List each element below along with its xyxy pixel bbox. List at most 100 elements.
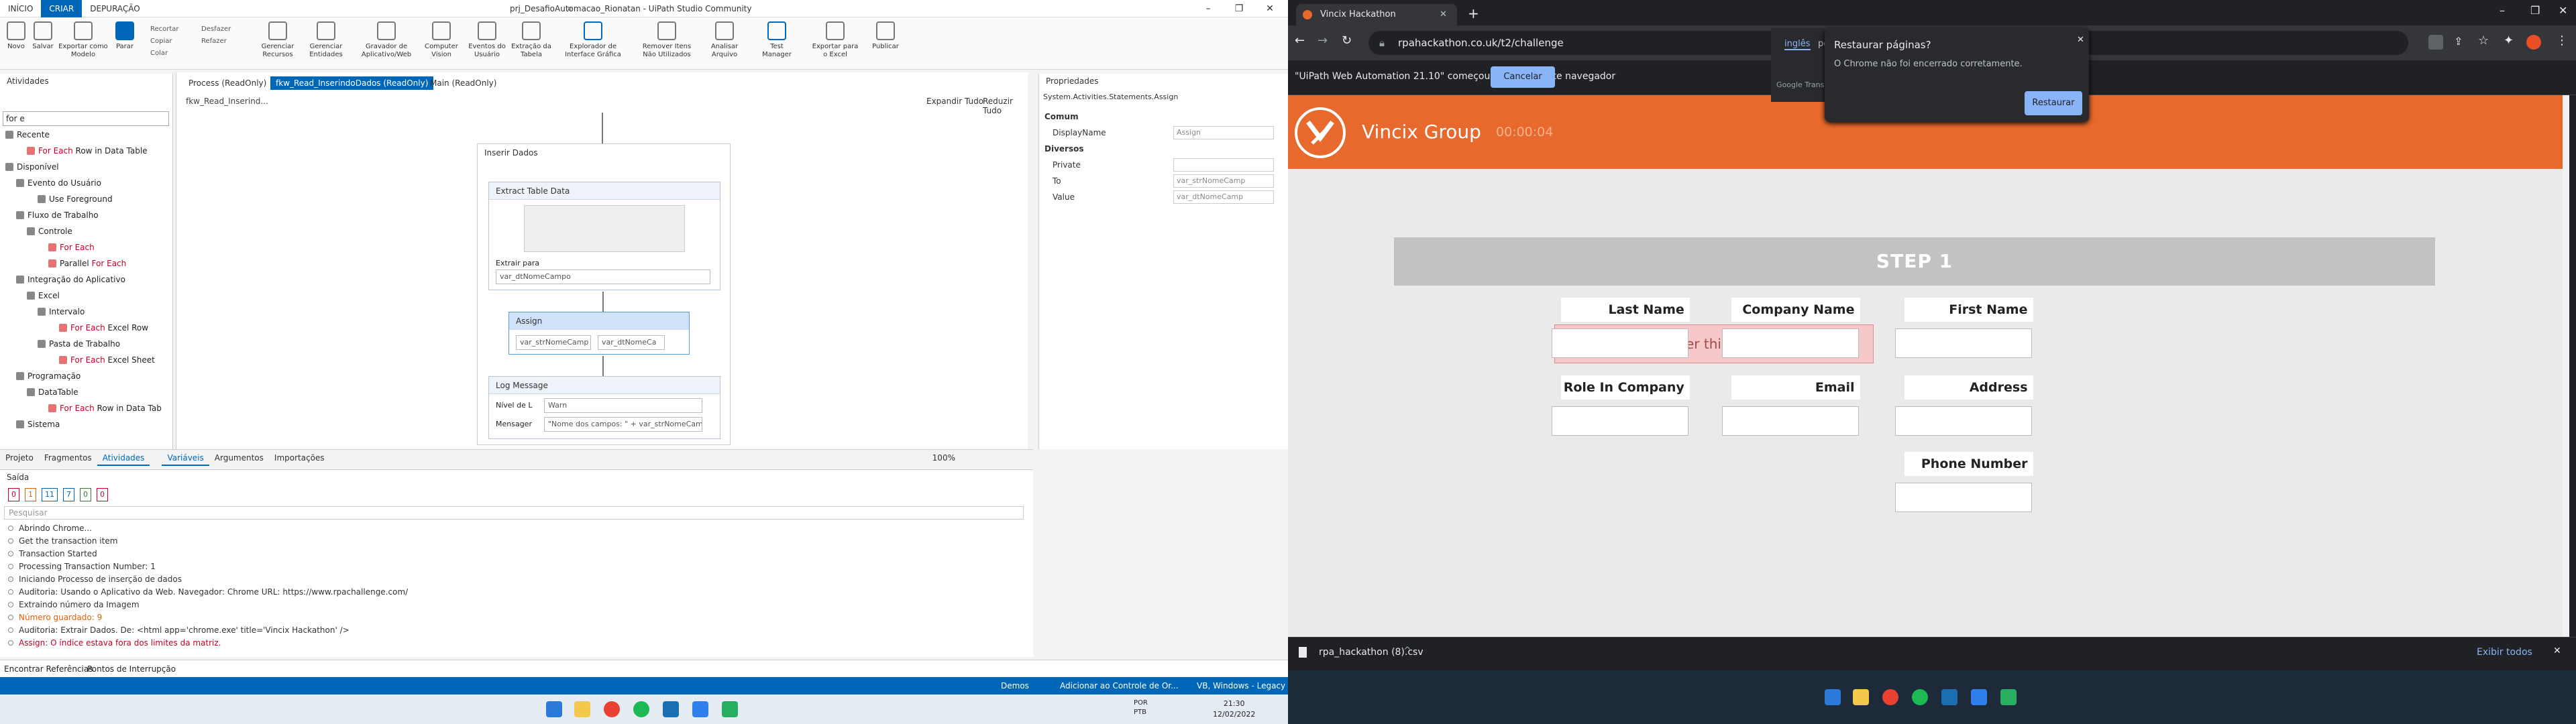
activity-tree-item[interactable]: For Each Excel Sheet: [59, 353, 155, 367]
restore-close-icon[interactable]: ✕: [2077, 35, 2084, 45]
chrome-tab[interactable]: Vincix Hackathon ✕: [1296, 4, 1457, 25]
activity-tree-item[interactable]: For Each Row in Data Table: [27, 143, 148, 158]
uipath-icon[interactable]: [1941, 689, 1957, 705]
assign-value-field[interactable]: var_dtNomeCa: [598, 335, 665, 350]
log-level-select[interactable]: Warn: [544, 398, 702, 413]
cut-button[interactable]: Recortar: [150, 25, 179, 33]
clock[interactable]: 21:30 12/02/2022: [1213, 699, 1255, 720]
page-scrollbar[interactable]: [2563, 95, 2569, 637]
log-message-field[interactable]: "Nome dos campos: " + var_strNomeCamp: [544, 417, 702, 432]
activity-tree-item[interactable]: Pasta de Trabalho: [38, 337, 120, 351]
form-input[interactable]: [1721, 328, 1859, 358]
assign-to-field[interactable]: var_strNomeCamp: [516, 335, 591, 350]
spotify-icon[interactable]: [1912, 689, 1928, 705]
activity-tree-item[interactable]: Recente: [5, 127, 50, 142]
activity-tree-item[interactable]: Controle: [27, 224, 72, 239]
property-value[interactable]: [1173, 158, 1274, 172]
sequence-inserir-dados[interactable]: Inserir Dados Extract Table Data Extrair…: [477, 143, 731, 445]
form-input[interactable]: [1894, 483, 2032, 512]
assistant-icon[interactable]: [722, 701, 738, 717]
output-line[interactable]: Auditoria: Usando o Aplicativo da Web. N…: [8, 587, 408, 597]
windows-start-icon[interactable]: [1825, 689, 1841, 705]
uipath-icon[interactable]: [663, 701, 679, 717]
share-icon[interactable]: ⇪: [2454, 35, 2463, 48]
collapse-all-link[interactable]: Reduzir Tudo: [983, 97, 1028, 115]
maximize-icon[interactable]: ❐: [2530, 4, 2540, 17]
activity-tree-item[interactable]: DataTable: [27, 385, 78, 400]
status-source-control[interactable]: Adicionar ao Controle de Or...: [1060, 677, 1179, 695]
manage-resources-button[interactable]: Gerenciar Recursos: [258, 21, 298, 59]
property-value[interactable]: var_strNomeCamp: [1173, 174, 1274, 188]
ui-explorer-button[interactable]: Explorador de Interface Gráfica: [559, 21, 627, 59]
close-icon[interactable]: ✕: [2559, 4, 2567, 17]
breadcrumb[interactable]: fkw_Read_Inserind...: [186, 97, 268, 106]
profile-avatar[interactable]: [2526, 35, 2541, 50]
recorder-button[interactable]: Gravador de Aplicativo/Web: [358, 21, 415, 59]
log-message-activity[interactable]: Log Message Nível de L Warn Mensager "No…: [488, 376, 720, 439]
activity-tree-item[interactable]: For Each Excel Row: [59, 320, 148, 335]
output-line[interactable]: Processing Transaction Number: 1: [8, 562, 156, 571]
tab-fragmentos[interactable]: Fragmentos: [39, 450, 97, 466]
output-line[interactable]: Abrindo Chrome...: [8, 524, 92, 533]
output-filter-button[interactable]: 11: [42, 488, 58, 501]
download-close-icon[interactable]: ✕: [2553, 646, 2561, 656]
new-tab-icon[interactable]: +: [1468, 5, 1479, 21]
new-button[interactable]: Novo: [4, 21, 28, 51]
copy-button[interactable]: Copiar: [150, 38, 172, 45]
form-input[interactable]: [1551, 328, 1688, 358]
test-manager-button[interactable]: Test Manager: [755, 21, 798, 59]
tab-criar[interactable]: CRIAR: [41, 0, 83, 17]
explorer-icon[interactable]: [574, 701, 590, 717]
activity-tree-item[interactable]: Programação: [16, 369, 80, 383]
tab-depuracao[interactable]: DEPURAÇÃO: [82, 0, 148, 17]
export-excel-button[interactable]: Exportar para o Excel: [812, 21, 859, 59]
chrome-icon[interactable]: [604, 701, 620, 717]
output-filter-button[interactable]: 7: [63, 488, 74, 501]
undo-button[interactable]: Desfazer: [201, 25, 231, 33]
output-line[interactable]: Get the transaction item: [8, 536, 117, 546]
activity-tree-item[interactable]: Parallel For Each: [48, 256, 126, 271]
chrome-icon[interactable]: [1882, 689, 1898, 705]
tab-inicio[interactable]: INÍCIO: [0, 0, 41, 17]
notes-icon[interactable]: [1971, 689, 1987, 705]
export-template-button[interactable]: Exportar como Modelo: [58, 21, 109, 59]
output-filter-button[interactable]: 1: [25, 488, 36, 501]
language-indicator[interactable]: POR PTB: [1134, 699, 1148, 717]
form-input[interactable]: [1894, 406, 2032, 436]
output-line[interactable]: Extraindo número da Imagem: [8, 600, 140, 609]
activity-tree-item[interactable]: For Each Row in Data Tab: [48, 401, 162, 416]
output-filter-button[interactable]: 0: [97, 488, 108, 501]
cancel-button[interactable]: Cancelar: [1491, 66, 1555, 88]
output-line[interactable]: Iniciando Processo de inserção de dados: [8, 575, 182, 584]
output-line[interactable]: Transaction Started: [8, 549, 97, 558]
form-input[interactable]: [1551, 406, 1688, 436]
output-line[interactable]: Auditoria: Extrair Dados. De: <html app=…: [8, 625, 350, 635]
remove-unused-button[interactable]: Remover Itens Não Utilizados: [639, 21, 695, 59]
stop-button[interactable]: Parar: [111, 21, 138, 51]
activity-tree-item[interactable]: Evento do Usuário: [16, 176, 101, 190]
search-icon[interactable]: ⌕: [554, 0, 585, 17]
activity-tree-item[interactable]: Use Foreground: [38, 192, 113, 206]
chevron-up-icon[interactable]: ^: [1403, 646, 1411, 656]
expand-all-link[interactable]: Expandir Tudo: [926, 97, 983, 106]
forward-icon[interactable]: →: [1318, 34, 1328, 48]
manage-entities-button[interactable]: Gerenciar Entidades: [306, 21, 346, 59]
form-input[interactable]: [1721, 406, 1859, 436]
minimize-icon[interactable]: –: [2500, 4, 2505, 17]
notes-icon[interactable]: [692, 701, 708, 717]
status-version[interactable]: VB, Windows - Legacy: [1197, 677, 1285, 695]
output-line[interactable]: Assign: O índice estava fora dos limites…: [8, 638, 221, 648]
output-filter-button[interactable]: 0: [80, 488, 91, 501]
translate-icon[interactable]: [2428, 35, 2443, 50]
activity-tree-item[interactable]: Disponível: [5, 160, 59, 174]
tab-process[interactable]: Process (ReadOnly): [183, 76, 272, 90]
tab-atividades[interactable]: Atividades: [97, 450, 150, 466]
property-value[interactable]: var_dtNomeCamp: [1173, 190, 1274, 204]
activity-tree-item[interactable]: Integração do Aplicativo: [16, 272, 125, 287]
tab-argumentos[interactable]: Argumentos: [209, 450, 269, 466]
extract-table-data-activity[interactable]: Extract Table Data Extrair para var_dtNo…: [488, 182, 720, 290]
activity-tree-item[interactable]: Excel: [27, 288, 60, 303]
restore-button[interactable]: Restaurar: [2025, 91, 2082, 115]
zoom-level[interactable]: 100%: [927, 450, 961, 466]
output-search-input[interactable]: Pesquisar: [4, 506, 1024, 520]
